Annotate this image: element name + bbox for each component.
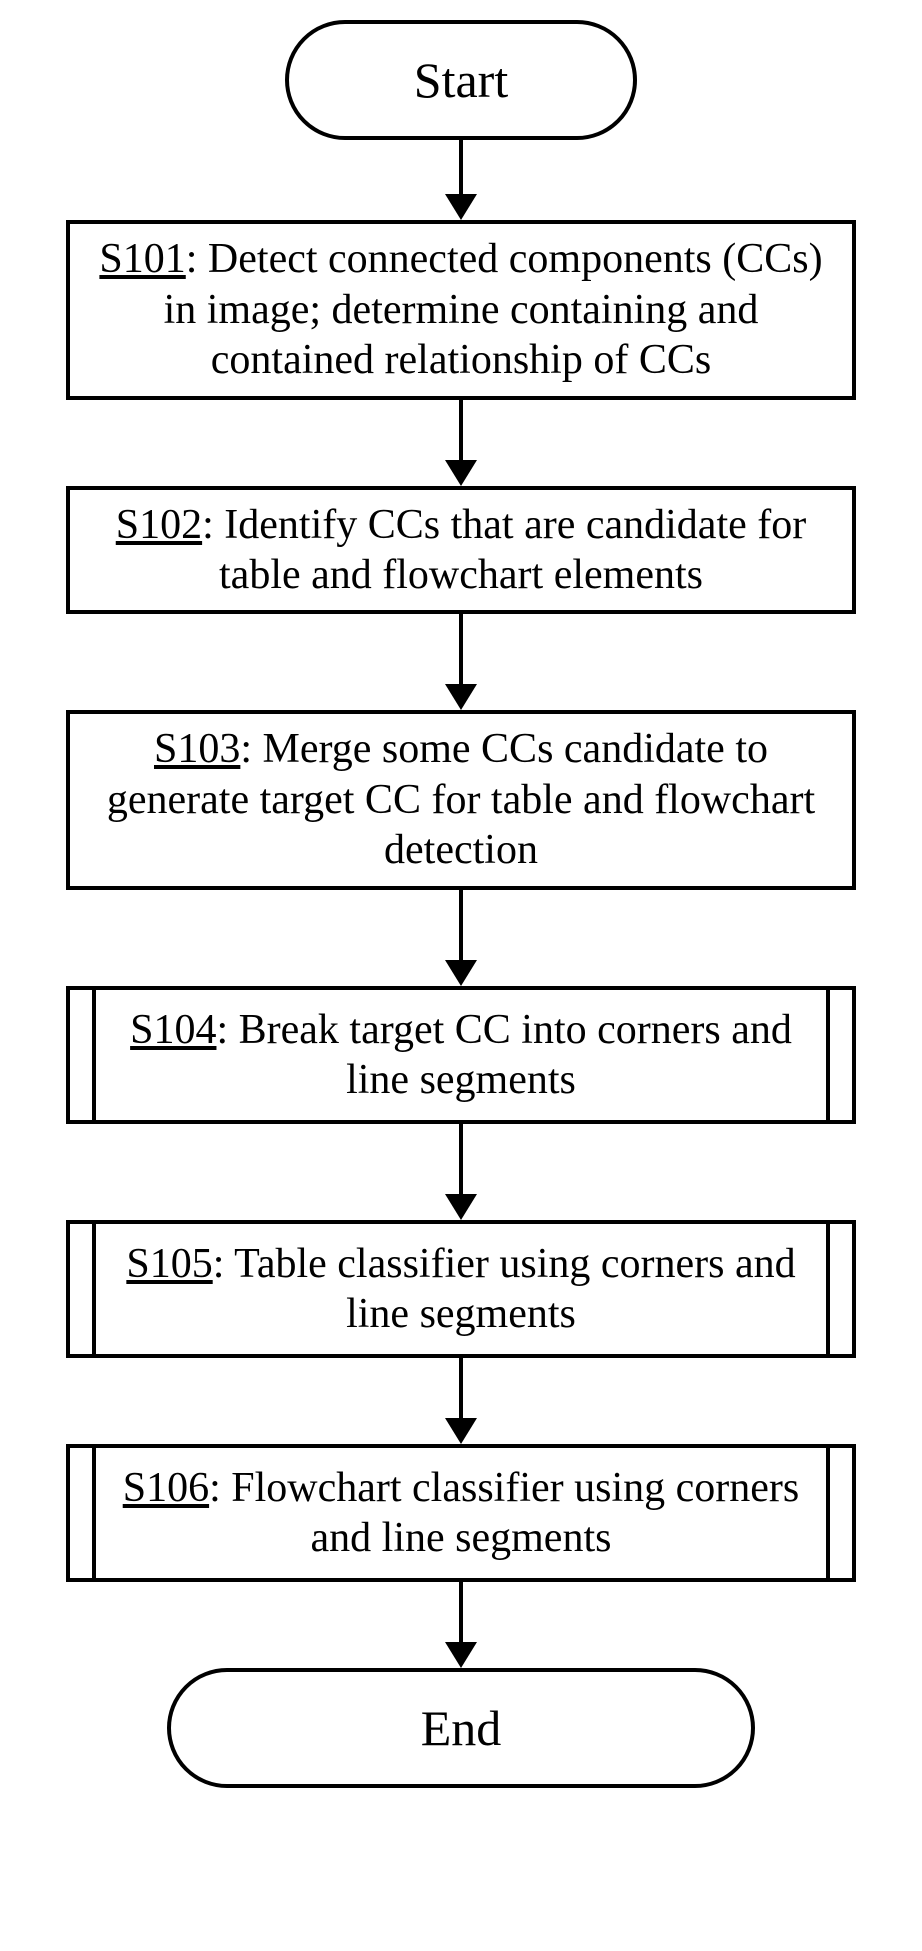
step-s103-id: S103 — [154, 726, 240, 772]
step-s106-id: S106 — [123, 1465, 209, 1511]
step-s102-text: : Identify CCs that are candidate for ta… — [202, 502, 806, 598]
step-s104-text: : Break target CC into corners and line … — [216, 1007, 791, 1103]
step-s104-id: S104 — [130, 1007, 216, 1053]
step-s102-id: S102 — [116, 502, 202, 548]
step-s105-text: : Table classifier using corners and lin… — [213, 1241, 796, 1337]
step-s102: S102: Identify CCs that are candidate fo… — [66, 486, 856, 614]
start-terminator: Start — [285, 20, 637, 140]
step-s101: S101: Detect connected components (CCs) … — [66, 220, 856, 400]
end-terminator: End — [167, 1668, 755, 1788]
step-s106: S106: Flowchart classifier using corners… — [66, 1444, 856, 1582]
step-s104: S104: Break target CC into corners and l… — [66, 986, 856, 1124]
step-s101-id: S101 — [99, 236, 185, 282]
step-s103: S103: Merge some CCs candidate to genera… — [66, 710, 856, 890]
end-label: End — [421, 1699, 502, 1757]
step-s105: S105: Table classifier using corners and… — [66, 1220, 856, 1358]
step-s105-id: S105 — [126, 1241, 212, 1287]
step-s103-content: S103: Merge some CCs candidate to genera… — [84, 724, 838, 875]
step-s102-content: S102: Identify CCs that are candidate fo… — [84, 500, 838, 601]
step-s106-text: : Flowchart classifier using corners and… — [209, 1465, 799, 1561]
step-s101-content: S101: Detect connected components (CCs) … — [84, 234, 838, 385]
step-s106-content: S106: Flowchart classifier using corners… — [84, 1463, 838, 1564]
step-s101-text: : Detect connected components (CCs) in i… — [164, 236, 823, 383]
flowchart-canvas: Start S101: Detect connected components … — [0, 0, 922, 1951]
step-s105-content: S105: Table classifier using corners and… — [84, 1239, 838, 1340]
step-s104-content: S104: Break target CC into corners and l… — [84, 1005, 838, 1106]
start-label: Start — [414, 51, 508, 109]
